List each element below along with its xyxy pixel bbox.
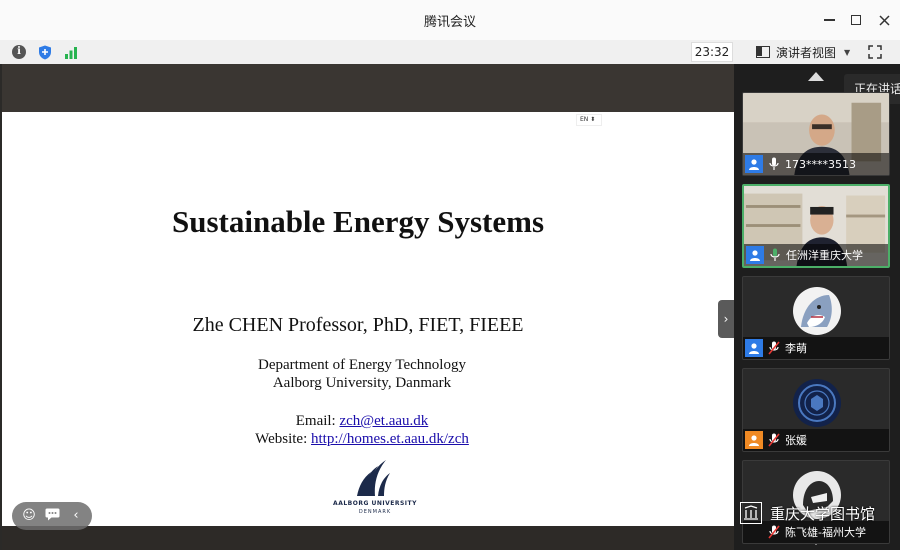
chevron-left-icon: ‹ bbox=[73, 508, 79, 523]
collapse-reactions-button[interactable]: ‹ bbox=[68, 508, 84, 524]
microphone-muted-icon bbox=[767, 340, 781, 356]
website-line: Website: http://homes.et.aau.dk/zch bbox=[2, 430, 722, 448]
slide-title: Sustainable Energy Systems bbox=[171, 204, 545, 239]
microphone-icon bbox=[767, 156, 781, 172]
shield-icon bbox=[39, 45, 51, 59]
maximize-button[interactable] bbox=[845, 9, 867, 31]
smile-icon: ☺ bbox=[22, 508, 36, 523]
view-mode-label: 演讲者视图 bbox=[776, 45, 837, 60]
collapse-panel-button[interactable]: › bbox=[718, 300, 734, 338]
library-logo-icon bbox=[740, 502, 762, 524]
watermark-text: 重庆大学图书馆 bbox=[770, 504, 876, 523]
participant-tile[interactable]: 张媛 bbox=[742, 368, 890, 452]
minimize-button[interactable] bbox=[818, 9, 840, 31]
participant-namebar: 李萌 bbox=[743, 337, 889, 359]
emblem-avatar-icon bbox=[793, 379, 841, 427]
shark-avatar-icon bbox=[793, 287, 841, 335]
chat-icon bbox=[45, 508, 59, 521]
screen-top-band bbox=[2, 64, 734, 112]
participant-namebar: 张媛 bbox=[743, 429, 889, 451]
microphone-active-icon bbox=[768, 247, 782, 263]
participant-avatar bbox=[793, 379, 841, 427]
email-link[interactable]: zch@et.aau.dk bbox=[339, 413, 428, 429]
scroll-up-arrow-icon[interactable] bbox=[808, 72, 824, 81]
presentation-slide: EN ⬍ Sustainable Energy Systems Zhe CHEN… bbox=[2, 112, 734, 526]
logo-university-name: AALBORG UNIVERSITY bbox=[333, 500, 417, 507]
participant-name: 李萌 bbox=[785, 342, 807, 355]
website-link[interactable]: http://homes.et.aau.dk/zch bbox=[311, 431, 469, 447]
language-indicator: EN ⬍ bbox=[576, 114, 602, 126]
view-mode-dropdown[interactable]: 演讲者视图 ▼ bbox=[750, 42, 854, 62]
microphone-muted-icon bbox=[767, 524, 781, 540]
shared-screen: EN ⬍ Sustainable Energy Systems Zhe CHEN… bbox=[0, 64, 734, 550]
meeting-window: 腾讯会议 i 23:32 演讲者视图 ▼ EN ⬍ Sustainable En… bbox=[0, 0, 900, 550]
affiliation-department: Department of Energy Technology bbox=[258, 357, 466, 373]
minimize-icon bbox=[823, 19, 835, 21]
participant-name: 张媛 bbox=[785, 434, 807, 447]
user-avatar-icon bbox=[745, 431, 763, 449]
close-button[interactable] bbox=[873, 9, 895, 31]
participant-namebar: 173****3513 bbox=[743, 153, 889, 175]
slide-affiliation: Department of Energy Technology Aalborg … bbox=[2, 356, 722, 392]
chat-button[interactable] bbox=[44, 508, 60, 524]
user-avatar-icon bbox=[746, 246, 764, 264]
maximize-icon bbox=[851, 15, 861, 25]
caret-down-icon: ▼ bbox=[844, 47, 851, 57]
title-bar: 腾讯会议 bbox=[0, 0, 900, 40]
affiliation-university: Aalborg University, Danmark bbox=[272, 375, 452, 391]
participant-namebar: 任洲洋重庆大学 bbox=[744, 244, 888, 266]
close-icon bbox=[878, 14, 890, 26]
aalborg-logo-icon bbox=[357, 460, 390, 496]
meeting-toolbar: i 23:32 演讲者视图 ▼ bbox=[0, 40, 900, 64]
slide-author: Zhe CHEN Professor, PhD, FIET, FIEEE bbox=[192, 314, 524, 336]
layout-icon bbox=[756, 46, 770, 58]
reaction-bar: ☺ ‹ bbox=[12, 502, 92, 530]
network-status-button[interactable] bbox=[62, 43, 80, 61]
signal-icon bbox=[65, 46, 77, 59]
library-watermark: 重庆大学图书馆 bbox=[740, 500, 890, 526]
meeting-info-button[interactable]: i bbox=[10, 43, 28, 61]
participant-name: 173****3513 bbox=[785, 157, 856, 171]
email-line: Email: zch@et.aau.dk bbox=[2, 412, 722, 430]
fullscreen-icon bbox=[868, 45, 882, 59]
chevron-right-icon: › bbox=[723, 312, 729, 326]
meeting-timer: 23:32 bbox=[691, 42, 733, 62]
user-avatar-icon bbox=[745, 339, 763, 357]
microphone-muted-icon bbox=[767, 432, 781, 448]
user-avatar-icon bbox=[745, 155, 763, 173]
slide-contact: Email: zch@et.aau.dk Website: http://hom… bbox=[2, 412, 722, 448]
info-icon: i bbox=[12, 45, 26, 59]
university-logo: AALBORG UNIVERSITY DENMARK bbox=[328, 458, 422, 520]
participant-tile[interactable]: 李萌 bbox=[742, 276, 890, 360]
fullscreen-button[interactable] bbox=[866, 43, 884, 61]
participant-name: 陈飞雄-福州大学 bbox=[785, 526, 866, 539]
window-title: 腾讯会议 bbox=[423, 15, 476, 30]
participant-name: 任洲洋重庆大学 bbox=[786, 249, 863, 262]
participant-tile[interactable]: 173****3513 bbox=[742, 92, 890, 176]
language-label: EN bbox=[580, 116, 589, 123]
security-button[interactable] bbox=[36, 43, 54, 61]
screen-bottom-band bbox=[2, 526, 734, 550]
logo-country: DENMARK bbox=[358, 509, 392, 515]
participant-avatar bbox=[793, 287, 841, 335]
participant-tile-active[interactable]: 任洲洋重庆大学 bbox=[742, 184, 890, 268]
website-label: Website: bbox=[255, 431, 311, 447]
emoji-button[interactable]: ☺ bbox=[21, 508, 37, 524]
email-label: Email: bbox=[295, 413, 340, 429]
